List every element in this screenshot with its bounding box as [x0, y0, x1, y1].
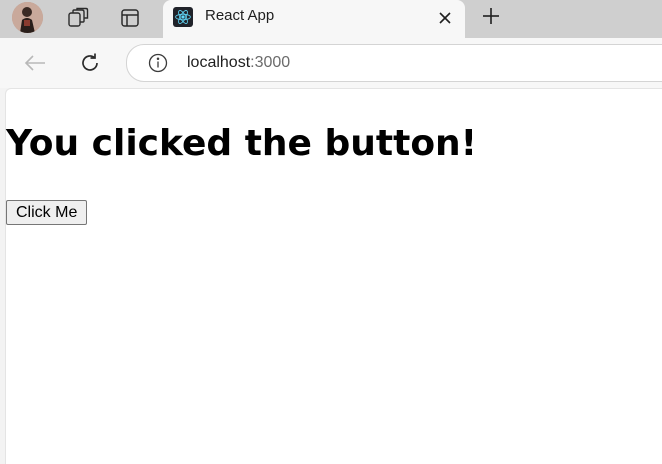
click-me-button[interactable]: Click Me: [6, 200, 88, 225]
browser-toolbar: localhost:3000: [0, 38, 662, 88]
url-host: localhost: [187, 54, 251, 71]
active-tab[interactable]: React App: [163, 0, 465, 38]
tab-actions-icon[interactable]: [118, 6, 142, 30]
address-bar[interactable]: localhost:3000: [126, 44, 662, 82]
react-logo-icon: [173, 7, 193, 27]
page-viewport: You clicked the button! Click Me: [5, 88, 662, 464]
info-icon[interactable]: [147, 52, 169, 74]
back-arrow-icon[interactable]: [22, 50, 48, 76]
url-port: :3000: [250, 54, 291, 71]
address-url: localhost:3000: [187, 53, 290, 72]
tab-strip: React App: [0, 0, 662, 38]
refresh-icon[interactable]: [77, 50, 103, 76]
workspaces-icon[interactable]: [66, 6, 90, 30]
tab-title: React App: [205, 7, 275, 24]
close-icon[interactable]: [433, 6, 457, 30]
profile-avatar[interactable]: [12, 2, 43, 33]
page-heading: You clicked the button!: [6, 123, 478, 164]
plus-icon[interactable]: [478, 3, 504, 29]
